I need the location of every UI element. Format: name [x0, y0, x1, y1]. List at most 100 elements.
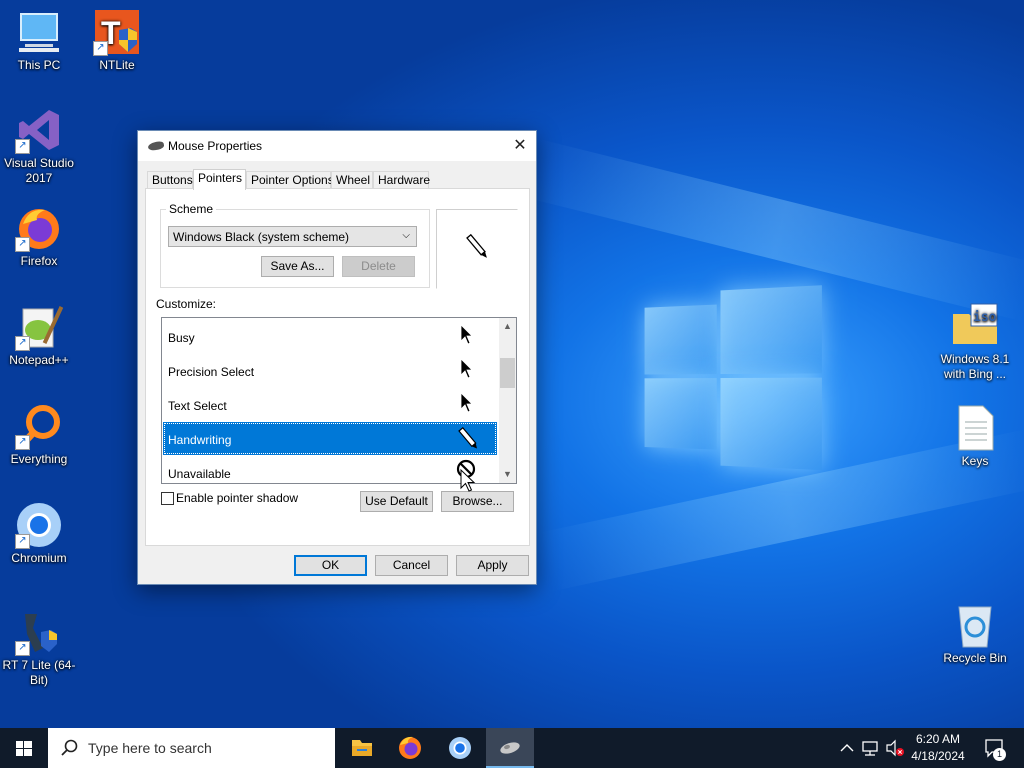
- enable-pointer-shadow-checkbox[interactable]: [161, 492, 174, 505]
- pen-cursor-icon: [466, 233, 487, 258]
- list-item-precision-select[interactable]: Precision Select: [163, 354, 497, 387]
- scroll-up-icon[interactable]: ▲: [499, 318, 516, 335]
- windows-logo-graphic: [644, 285, 822, 485]
- taskbar-search-box[interactable]: Type here to search: [48, 728, 335, 768]
- desktop-icon-label: RT 7 Lite (64-Bit): [2, 658, 76, 687]
- notepad-plus-plus-icon: ↗: [15, 303, 64, 351]
- ok-button[interactable]: OK: [294, 555, 367, 576]
- windows-start-icon: [16, 741, 32, 756]
- list-item-text-select[interactable]: Text Select: [163, 388, 497, 421]
- list-item-busy[interactable]: Busy: [163, 320, 497, 353]
- chromium-icon: ↗: [15, 501, 63, 549]
- iso-folder-icon: iso: [951, 302, 999, 350]
- scheme-selected-value: Windows Black (system scheme): [173, 230, 350, 244]
- desktop-icon-label: Recycle Bin: [943, 651, 1007, 665]
- cancel-button[interactable]: Cancel: [375, 555, 448, 576]
- chevron-down-icon: ⌵: [402, 230, 410, 241]
- list-item-label: Unavailable: [168, 467, 231, 481]
- desktop-icon-firefox[interactable]: ↗ Firefox: [0, 204, 78, 269]
- desktop-icon-rt7lite[interactable]: ↗ RT 7 Lite (64-Bit): [0, 608, 78, 688]
- clock-date: 4/18/2024: [911, 749, 965, 763]
- desktop-icon-label: Firefox: [20, 254, 58, 268]
- search-icon: [61, 739, 78, 756]
- chevron-up-icon: [840, 744, 854, 752]
- action-center-button[interactable]: 1: [980, 728, 1014, 768]
- close-button[interactable]: ✕: [504, 131, 536, 161]
- save-as-button[interactable]: Save As...: [261, 256, 334, 277]
- visual-studio-icon: ↗: [15, 106, 63, 154]
- desktop-icon-chromium[interactable]: ↗ Chromium: [0, 501, 78, 566]
- text-file-icon: [951, 404, 999, 452]
- pen-cursor-icon: [458, 426, 477, 449]
- apply-button[interactable]: Apply: [456, 555, 529, 576]
- taskbar: Type here to search 6:20 AM 4/18/2024 1: [0, 728, 1024, 768]
- desktop-wallpaper: This PC T ↗ NTLite ↗ Visual Studio 2017 …: [0, 0, 1024, 728]
- scrollbar-thumb[interactable]: [500, 358, 515, 388]
- tab-hardware[interactable]: Hardware: [373, 171, 430, 189]
- desktop-icon-label: NTLite: [99, 58, 135, 72]
- desktop-icon-ntlite[interactable]: T ↗ NTLite: [78, 8, 156, 73]
- chromium-icon: [449, 737, 471, 759]
- pointer-list[interactable]: Busy Precision Select Text Select Handwr…: [161, 317, 517, 484]
- arrow-cursor-icon: [460, 392, 473, 413]
- desktop-icon-this-pc[interactable]: This PC: [0, 8, 78, 73]
- arrow-cursor-icon: [460, 324, 473, 345]
- volume-button[interactable]: [884, 728, 906, 768]
- mouse-properties-icon: [500, 742, 520, 754]
- taskbar-mouse-properties[interactable]: [486, 728, 534, 768]
- start-button[interactable]: [0, 728, 48, 768]
- rt7lite-icon: ↗: [15, 608, 63, 656]
- desktop-icon-recycle-bin[interactable]: Recycle Bin: [936, 601, 1014, 666]
- shortcut-arrow-icon: ↗: [15, 534, 30, 549]
- desktop-icon-visual-studio[interactable]: ↗ Visual Studio 2017: [0, 106, 78, 186]
- show-hidden-icons-button[interactable]: [838, 728, 856, 768]
- taskbar-file-explorer[interactable]: [338, 728, 386, 768]
- shortcut-arrow-icon: ↗: [15, 139, 30, 154]
- desktop-icon-everything[interactable]: ↗ Everything: [0, 402, 78, 467]
- arrow-cursor-icon: [460, 358, 473, 379]
- list-item-handwriting[interactable]: Handwriting: [163, 422, 497, 455]
- shortcut-arrow-icon: ↗: [15, 336, 30, 351]
- list-item-unavailable[interactable]: Unavailable: [163, 456, 497, 483]
- svg-text:iso: iso: [973, 310, 997, 325]
- tab-wheel[interactable]: Wheel: [331, 171, 373, 189]
- use-default-button[interactable]: Use Default: [360, 491, 433, 512]
- list-scrollbar[interactable]: ▲ ▼: [499, 318, 516, 483]
- list-item-label: Handwriting: [168, 433, 232, 447]
- customize-label: Customize:: [156, 297, 217, 311]
- firefox-icon: ↗: [15, 204, 63, 252]
- mouse-properties-dialog: Mouse Properties ✕ Buttons Pointers Poin…: [137, 130, 537, 585]
- recycle-bin-icon: [951, 601, 999, 649]
- shortcut-arrow-icon: ↗: [93, 41, 108, 56]
- delete-button[interactable]: Delete: [342, 256, 415, 277]
- desktop-icon-notepadpp[interactable]: ↗ Notepad++: [0, 303, 78, 368]
- scroll-down-icon[interactable]: ▼: [499, 466, 516, 483]
- browse-button[interactable]: Browse...: [441, 491, 514, 512]
- dialog-titlebar[interactable]: Mouse Properties ✕: [138, 131, 536, 161]
- firefox-icon: [399, 736, 421, 759]
- file-explorer-icon: [352, 740, 372, 756]
- close-icon: ✕: [513, 137, 527, 154]
- network-icon: [862, 741, 878, 756]
- enable-pointer-shadow-label: Enable pointer shadow: [176, 491, 299, 505]
- dialog-title: Mouse Properties: [168, 139, 263, 153]
- desktop-icon-windows81-iso[interactable]: iso Windows 8.1 with Bing ...: [936, 302, 1014, 382]
- scheme-legend: Scheme: [166, 202, 217, 216]
- desktop-icon-label: Notepad++: [9, 353, 69, 367]
- desktop-icon-label: Windows 8.1 with Bing ...: [940, 352, 1010, 381]
- tab-buttons[interactable]: Buttons: [147, 171, 193, 189]
- shortcut-arrow-icon: ↗: [15, 237, 30, 252]
- taskbar-clock[interactable]: 6:20 AM 4/18/2024: [906, 731, 970, 765]
- desktop-icon-label: Chromium: [11, 551, 67, 565]
- search-placeholder: Type here to search: [88, 740, 212, 756]
- shortcut-arrow-icon: ↗: [15, 641, 30, 656]
- desktop-icon-keys[interactable]: Keys: [936, 404, 1014, 469]
- list-item-label: Text Select: [168, 399, 227, 413]
- scheme-dropdown[interactable]: Windows Black (system scheme) ⌵: [168, 226, 417, 247]
- tab-pointer-options[interactable]: Pointer Options: [246, 171, 334, 189]
- taskbar-firefox[interactable]: [386, 728, 434, 768]
- taskbar-chromium[interactable]: [436, 728, 484, 768]
- network-status-button[interactable]: [860, 728, 882, 768]
- tab-pointers[interactable]: Pointers: [193, 169, 246, 190]
- ntlite-icon: T ↗: [93, 8, 141, 56]
